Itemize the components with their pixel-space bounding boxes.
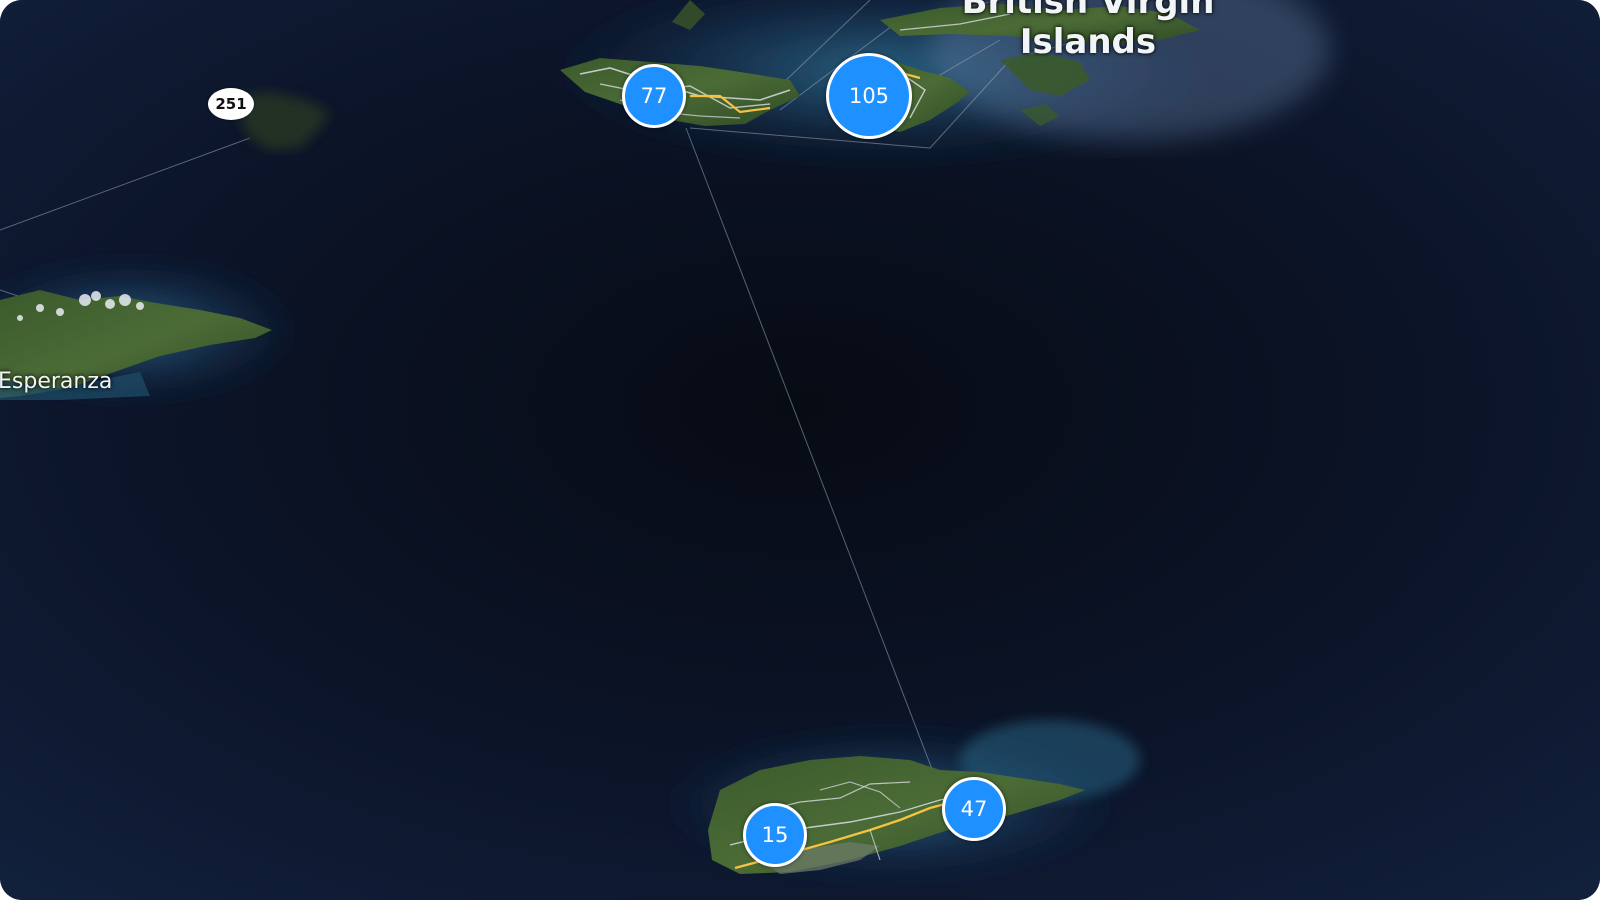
- map-view[interactable]: British Virgin Islands Esperanza 251 77 …: [0, 0, 1600, 900]
- satellite-map-base: [0, 0, 1600, 900]
- region-label-line-1: British Virgin: [961, 0, 1215, 22]
- route-shield-251: 251: [208, 88, 254, 120]
- region-label-british-virgin-islands: British Virgin Islands: [908, 0, 1268, 62]
- town-label-esperanza: Esperanza: [0, 369, 113, 394]
- cluster-marker-15[interactable]: 15: [743, 803, 807, 867]
- cluster-marker-47[interactable]: 47: [942, 777, 1006, 841]
- cluster-marker-77[interactable]: 77: [622, 64, 686, 128]
- region-label-line-2: Islands: [1019, 22, 1157, 62]
- cluster-marker-105[interactable]: 105: [826, 53, 912, 139]
